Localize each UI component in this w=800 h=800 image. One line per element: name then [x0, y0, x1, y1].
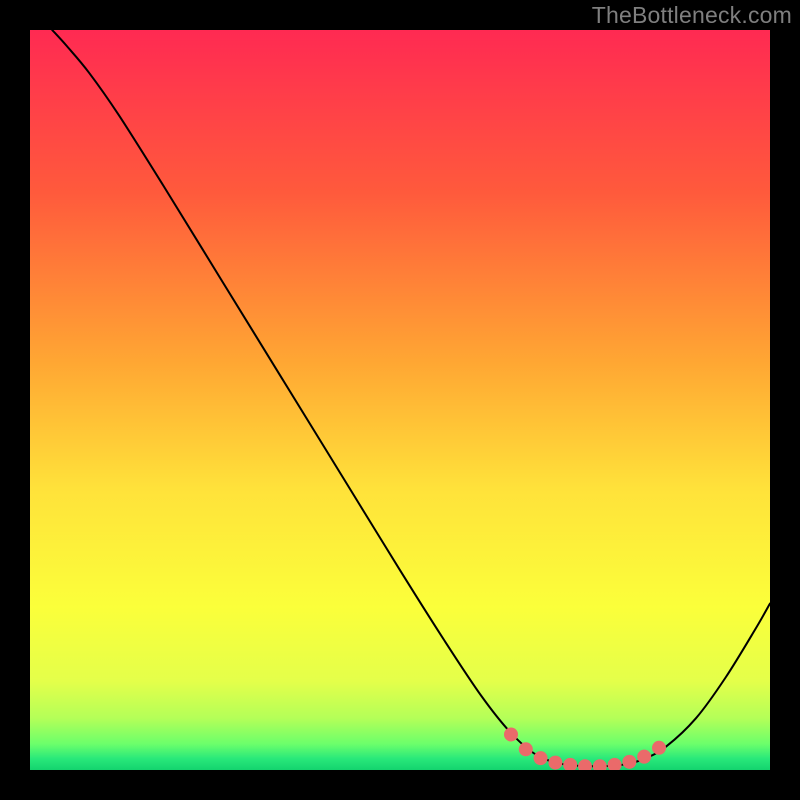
- watermark-text: TheBottleneck.com: [592, 2, 792, 29]
- optimal-marker-dot: [652, 741, 666, 755]
- optimal-marker-dot: [637, 750, 651, 764]
- optimal-marker-dot: [534, 751, 548, 765]
- optimal-marker-dot: [548, 756, 562, 770]
- gradient-background: [30, 30, 770, 770]
- chart-svg: [30, 30, 770, 770]
- plot-area: [30, 30, 770, 770]
- optimal-marker-dot: [504, 727, 518, 741]
- optimal-marker-dot: [622, 755, 636, 769]
- chart-outer-frame: TheBottleneck.com: [0, 0, 800, 800]
- optimal-marker-dot: [519, 742, 533, 756]
